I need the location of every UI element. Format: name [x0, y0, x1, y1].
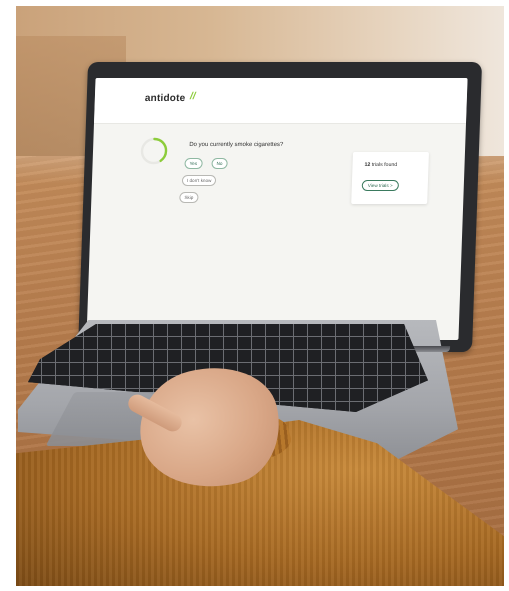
view-trials-button[interactable]: View trials > — [361, 180, 399, 191]
laptop-screen: antidote // Do you currently smoke cigar… — [86, 78, 468, 340]
antidote-logo[interactable]: antidote — [145, 93, 186, 104]
trials-found-text: 12 trials found — [364, 162, 397, 168]
progress-ring-icon — [140, 137, 168, 165]
answer-no-button[interactable]: No — [211, 158, 228, 169]
answer-yes-button[interactable]: Yes — [184, 158, 203, 169]
logo-mark-icon: // — [189, 91, 196, 102]
question-text: Do you currently smoke cigarettes? — [189, 142, 284, 148]
skip-button[interactable]: Skip — [179, 192, 199, 203]
app-header: antidote // — [93, 78, 468, 124]
trials-card: 12 trials found View trials > — [351, 152, 429, 204]
trials-suffix: trials found — [370, 162, 398, 168]
dont-know-button[interactable]: I don't know — [181, 175, 217, 186]
